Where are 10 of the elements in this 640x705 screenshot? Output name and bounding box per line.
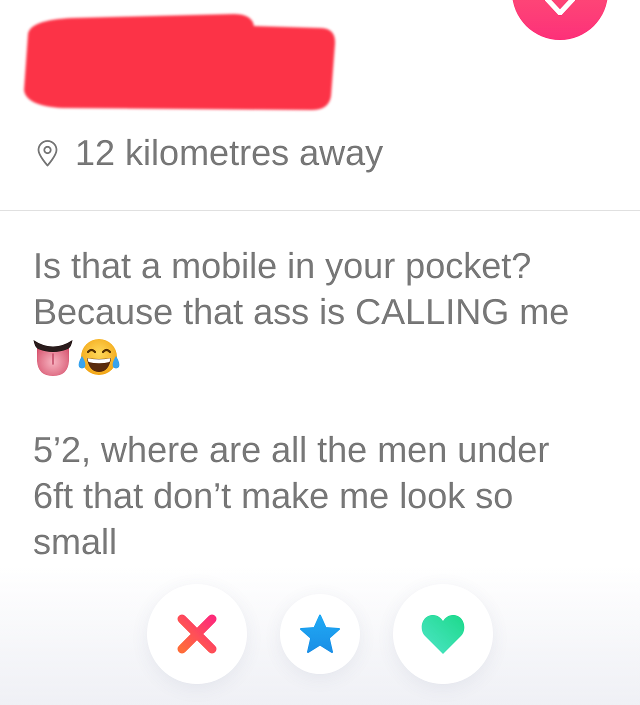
heart-icon xyxy=(420,613,466,655)
bio-text: Is that a mobile in your pocket? Because that ass is CALLING me xyxy=(33,244,570,334)
bio-text: 5’2, where are all the men under 6ft that don’t make me look so small xyxy=(33,428,550,564)
x-icon xyxy=(177,614,217,654)
laughing-tears-emoji-icon xyxy=(77,338,121,378)
tongue-emoji-icon xyxy=(33,339,73,377)
star-icon xyxy=(299,614,341,654)
chevron-down-icon xyxy=(545,0,575,15)
location-pin-icon xyxy=(37,140,58,166)
distance-text: 12 kilometres away xyxy=(75,131,384,175)
